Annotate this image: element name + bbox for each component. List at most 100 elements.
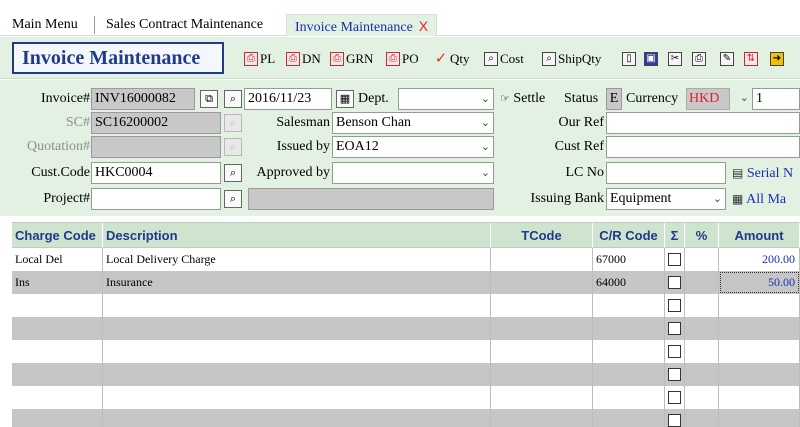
- cell-description[interactable]: [103, 363, 491, 386]
- cell-description[interactable]: [103, 317, 491, 340]
- cell-charge-code[interactable]: [12, 386, 103, 409]
- tab-main-menu[interactable]: Main Menu: [4, 14, 86, 36]
- lookup-icon[interactable]: ⌕: [224, 164, 242, 182]
- cell-charge-code[interactable]: [12, 294, 103, 317]
- cell-amount[interactable]: [719, 409, 800, 427]
- cell-description[interactable]: [103, 386, 491, 409]
- invoice-number-field[interactable]: INV16000082: [91, 88, 195, 110]
- cust-ref-field[interactable]: [606, 136, 800, 158]
- settle-button[interactable]: ☞ Settle: [500, 88, 558, 110]
- cell-cr-code[interactable]: [593, 294, 665, 317]
- cell-description[interactable]: Local Delivery Charge: [103, 248, 491, 271]
- exit-button[interactable]: ➜: [770, 49, 784, 69]
- cell-percent[interactable]: [685, 317, 719, 340]
- cell-amount[interactable]: [719, 386, 800, 409]
- print-po-button[interactable]: ⎙ PO: [386, 49, 419, 69]
- cell-percent[interactable]: [685, 294, 719, 317]
- save-button[interactable]: ▣: [644, 49, 658, 69]
- shipqty-search-button[interactable]: ⌕ ShipQty: [542, 49, 601, 69]
- tab-close-icon[interactable]: X: [419, 18, 428, 34]
- cell-percent[interactable]: [685, 248, 719, 271]
- sc-number-field[interactable]: SC16200002: [91, 112, 221, 134]
- sum-checkbox[interactable]: [668, 253, 681, 266]
- copy-icon[interactable]: ⧉: [200, 90, 218, 108]
- cell-description[interactable]: [103, 340, 491, 363]
- cell-charge-code[interactable]: Ins: [12, 271, 103, 294]
- cell-cr-code[interactable]: [593, 317, 665, 340]
- table-row[interactable]: [12, 409, 800, 427]
- sum-checkbox[interactable]: [668, 322, 681, 335]
- sum-checkbox[interactable]: [668, 276, 681, 289]
- sum-checkbox[interactable]: [668, 414, 681, 427]
- table-row[interactable]: [12, 317, 800, 340]
- sum-checkbox[interactable]: [668, 368, 681, 381]
- cell-percent[interactable]: [685, 271, 719, 294]
- cell-amount[interactable]: [719, 294, 800, 317]
- cell-description[interactable]: [103, 409, 491, 427]
- cell-amount[interactable]: 200.00: [719, 248, 800, 271]
- cell-charge-code[interactable]: [12, 409, 103, 427]
- cost-search-button[interactable]: ⌕ Cost: [484, 49, 524, 69]
- col-description[interactable]: Description: [103, 223, 491, 249]
- dept-select[interactable]: ⌄: [398, 88, 494, 110]
- cell-cr-code[interactable]: [593, 409, 665, 427]
- print-pl-button[interactable]: ⎙ PL: [244, 49, 275, 69]
- table-row[interactable]: [12, 340, 800, 363]
- cell-tcode[interactable]: [491, 317, 593, 340]
- cell-charge-code[interactable]: [12, 340, 103, 363]
- invoice-date-field[interactable]: 2016/11/23: [244, 88, 332, 110]
- cell-amount[interactable]: [719, 340, 800, 363]
- our-ref-field[interactable]: [606, 112, 800, 134]
- cell-charge-code[interactable]: [12, 317, 103, 340]
- print-grn-button[interactable]: ⎙ GRN: [330, 49, 373, 69]
- tab-sales-contract-maintenance[interactable]: Sales Contract Maintenance: [98, 14, 271, 36]
- sum-checkbox[interactable]: [668, 299, 681, 312]
- cell-tcode[interactable]: [491, 271, 593, 294]
- lookup-icon[interactable]: ⌕: [224, 190, 242, 208]
- currency-field[interactable]: HKD: [686, 88, 730, 110]
- table-row[interactable]: [12, 363, 800, 386]
- cell-amount[interactable]: [719, 317, 800, 340]
- cell-charge-code[interactable]: [12, 363, 103, 386]
- currency-dropdown[interactable]: ⌄: [732, 88, 752, 110]
- table-row[interactable]: Ins Insurance 64000 50.00: [12, 271, 800, 294]
- exchange-rate-field[interactable]: 1: [752, 88, 800, 110]
- cell-tcode[interactable]: [491, 363, 593, 386]
- cell-cr-code[interactable]: [593, 386, 665, 409]
- approved-by-select[interactable]: ⌄: [332, 162, 494, 184]
- col-tcode[interactable]: TCode: [491, 223, 593, 249]
- cell-tcode[interactable]: [491, 248, 593, 271]
- lookup-icon[interactable]: ⌕: [224, 114, 242, 132]
- issued-by-select[interactable]: EOA12 ⌄: [332, 136, 494, 158]
- col-amount[interactable]: Amount: [719, 223, 800, 249]
- cell-tcode[interactable]: [491, 340, 593, 363]
- calendar-icon[interactable]: ▦: [336, 90, 354, 108]
- col-sum[interactable]: Σ: [665, 223, 685, 249]
- cust-code-field[interactable]: HKC0004: [91, 162, 221, 184]
- cell-description[interactable]: Insurance: [103, 271, 491, 294]
- col-percent[interactable]: %: [685, 223, 719, 249]
- project-field[interactable]: [91, 188, 221, 210]
- cell-cr-code[interactable]: 64000: [593, 271, 665, 294]
- cell-description[interactable]: [103, 294, 491, 317]
- cell-amount[interactable]: 50.00: [719, 271, 800, 294]
- salesman-select[interactable]: Benson Chan ⌄: [332, 112, 494, 134]
- cell-percent[interactable]: [685, 409, 719, 427]
- cell-percent[interactable]: [685, 340, 719, 363]
- lc-no-field[interactable]: [606, 162, 726, 184]
- all-link[interactable]: ▦ All Ma: [732, 188, 786, 210]
- cell-cr-code[interactable]: [593, 340, 665, 363]
- lookup-icon[interactable]: ⌕: [224, 90, 242, 108]
- cell-cr-code[interactable]: 67000: [593, 248, 665, 271]
- table-row[interactable]: [12, 294, 800, 317]
- issuing-bank-select[interactable]: Equipment ⌄: [606, 188, 726, 210]
- quotation-field[interactable]: [91, 136, 221, 158]
- cell-tcode[interactable]: [491, 386, 593, 409]
- tab-invoice-maintenance[interactable]: Invoice Maintenance X: [286, 14, 438, 36]
- table-row[interactable]: Local Del Local Delivery Charge 67000 200.0…: [12, 248, 800, 271]
- cell-amount[interactable]: [719, 363, 800, 386]
- cell-charge-code[interactable]: Local Del: [12, 248, 103, 271]
- print-button[interactable]: ⎙: [692, 49, 706, 69]
- delete-button[interactable]: ✂: [668, 49, 682, 69]
- cell-cr-code[interactable]: [593, 363, 665, 386]
